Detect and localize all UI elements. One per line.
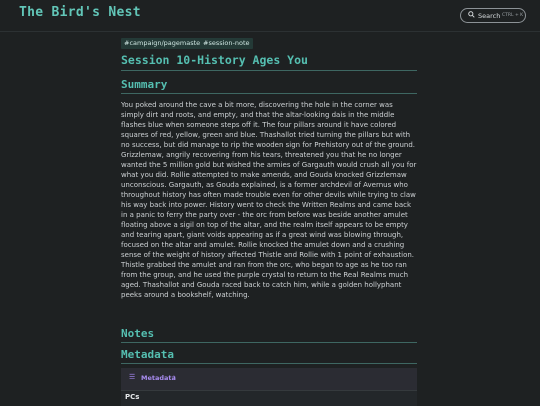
heading-metadata: Metadata bbox=[121, 348, 174, 361]
notes-divider bbox=[121, 342, 417, 343]
top-bar: The Bird's Nest Search CTRL + K bbox=[0, 0, 540, 32]
tag-session-note[interactable]: #session-note bbox=[200, 38, 253, 49]
site-title[interactable]: The Bird's Nest bbox=[19, 5, 141, 20]
heading-summary: Summary bbox=[121, 78, 168, 91]
summary-divider bbox=[121, 93, 417, 94]
summary-paragraph: You poked around the cave a bit more, di… bbox=[121, 101, 417, 299]
search-icon bbox=[468, 11, 475, 20]
search-button[interactable]: Search CTRL + K bbox=[460, 8, 526, 23]
metadata-callout-label: Metadata bbox=[141, 374, 176, 382]
pcs-label: PCs bbox=[125, 393, 140, 401]
list-icon: ☰ bbox=[129, 373, 136, 381]
title-divider bbox=[121, 70, 417, 71]
search-label: Search bbox=[478, 12, 501, 20]
heading-notes: Notes bbox=[121, 327, 155, 340]
table-row: PCs bbox=[121, 390, 417, 406]
page-title: Session 10-History Ages You bbox=[121, 53, 308, 67]
metadata-callout[interactable]: ☰ Metadata › bbox=[121, 368, 417, 390]
search-shortcut: CTRL + K bbox=[502, 13, 524, 18]
chevron-right-icon[interactable]: › bbox=[173, 373, 176, 381]
tag-campaign[interactable]: #campaign/pagemaster bbox=[121, 38, 206, 49]
metadata-divider bbox=[121, 363, 417, 364]
